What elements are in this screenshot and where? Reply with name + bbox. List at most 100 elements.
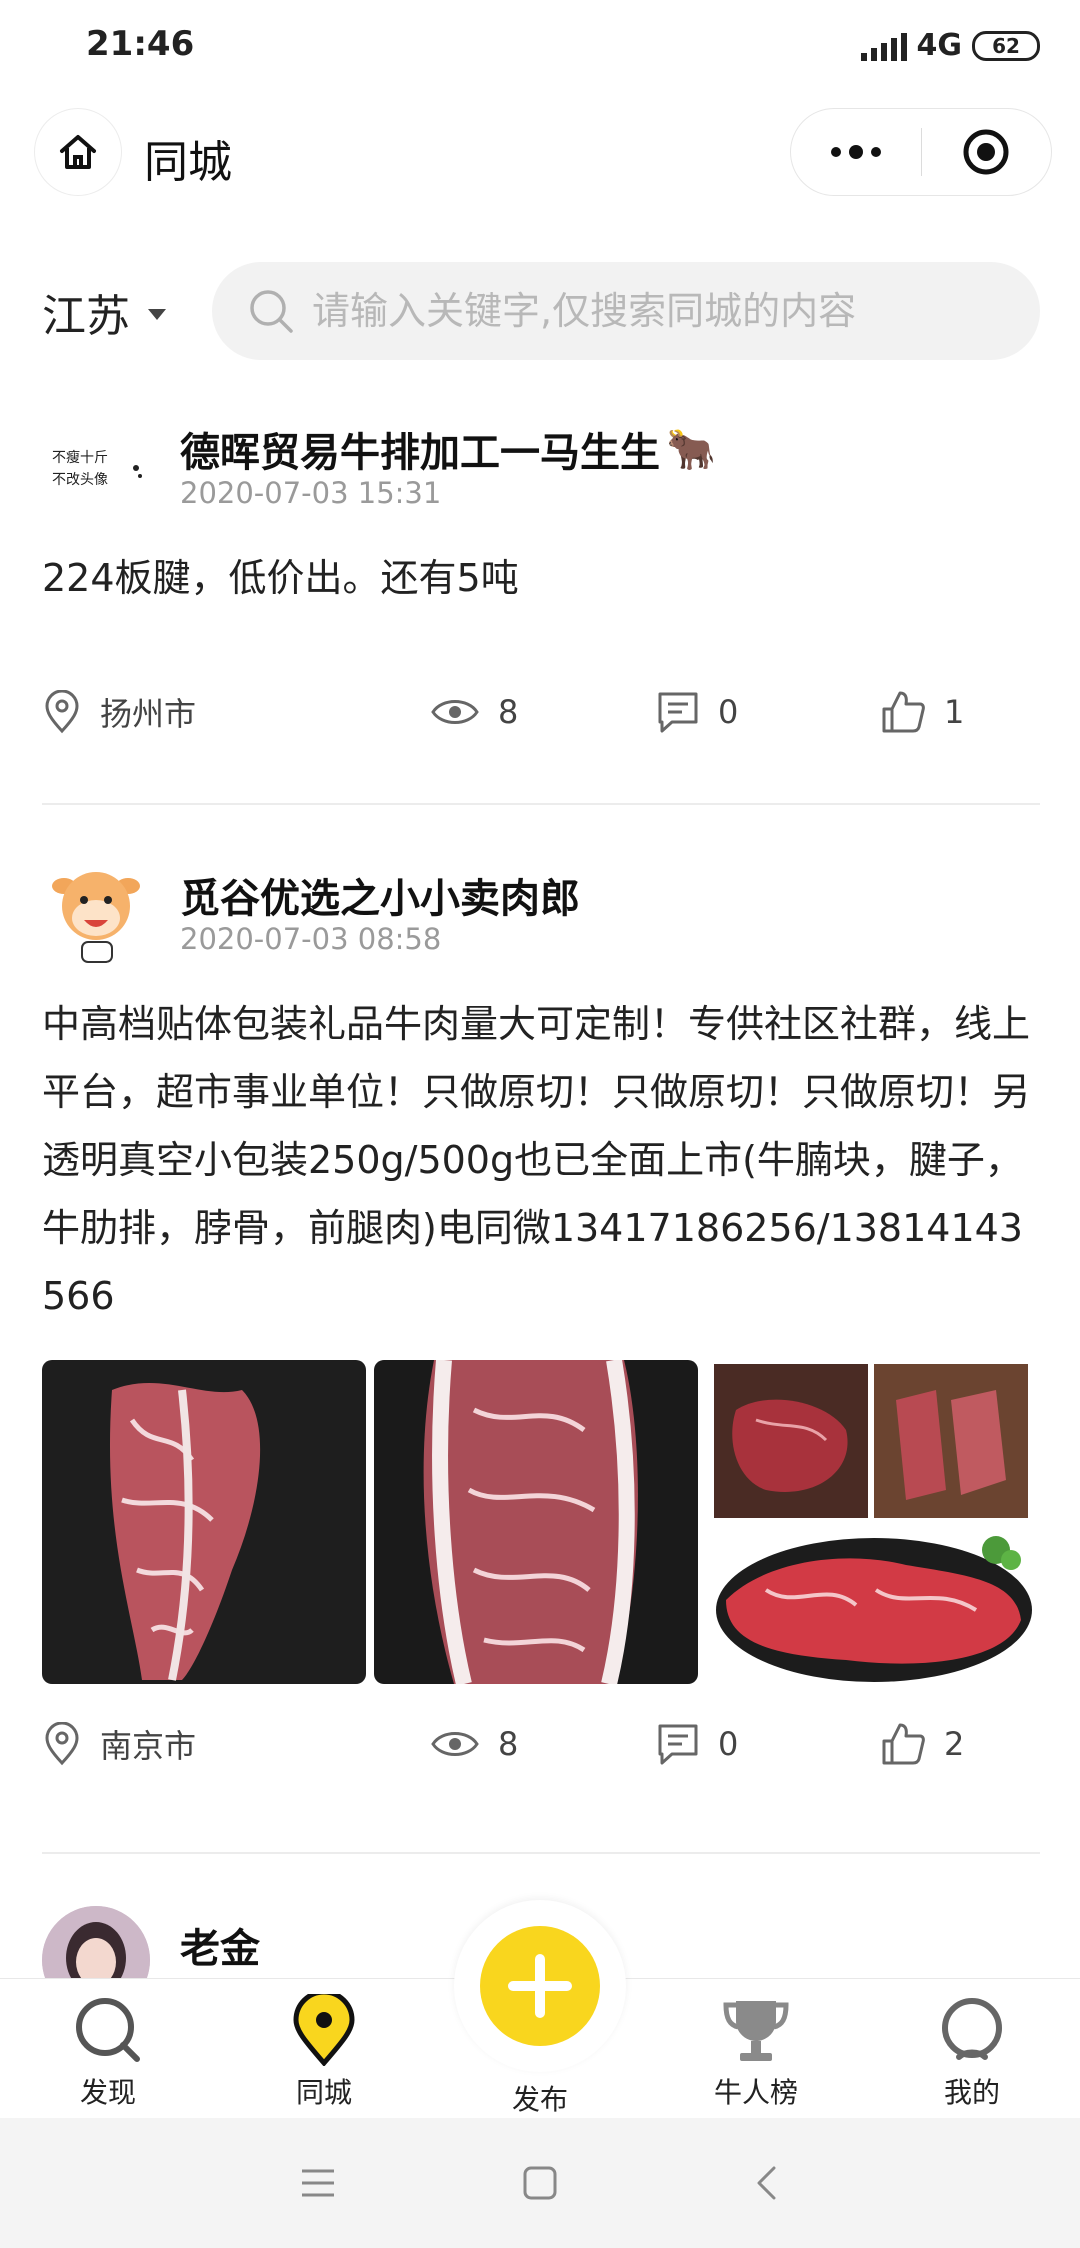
- menu-button[interactable]: [288, 2158, 348, 2208]
- views: 8: [430, 682, 518, 742]
- search-box[interactable]: [212, 262, 1040, 360]
- views-count: 8: [498, 1725, 519, 1763]
- publish-button[interactable]: [480, 1926, 600, 2046]
- mini-program-capsule: [790, 108, 1052, 196]
- home-icon: [60, 135, 96, 169]
- tab-label: 发现: [79, 2076, 136, 2109]
- marbled-beef-image: [42, 1360, 366, 1684]
- comments[interactable]: 0: [656, 682, 738, 742]
- back-icon: [757, 2166, 776, 2200]
- network-label: 4G: [916, 28, 963, 63]
- avatar-text-1: 不瘦十斤: [52, 449, 108, 466]
- more-dot: [870, 147, 881, 157]
- author-name[interactable]: 觅谷优选之小小卖肉郎: [180, 866, 580, 924]
- beef-collage-image: [714, 1364, 1032, 1682]
- post-card[interactable]: 觅谷优选之小小卖肉郎 2020-07-03 08:58 中高档贴体包装礼品牛肉量…: [42, 856, 1040, 1774]
- eye-icon: [431, 700, 479, 724]
- views-count: 8: [498, 693, 519, 731]
- nav-bar: 同城: [0, 108, 1080, 196]
- post-time: 2020-07-03 15:31: [180, 476, 442, 510]
- location-label: 扬州市: [100, 695, 197, 733]
- user-photo-avatar: [42, 1906, 150, 1978]
- signal-icon: [860, 31, 907, 61]
- plus-icon: [508, 1954, 572, 2018]
- location[interactable]: 扬州市: [42, 682, 196, 742]
- profile-icon: [937, 1995, 1007, 2065]
- discover-icon: [73, 1995, 143, 2065]
- home-button[interactable]: [34, 108, 122, 196]
- more-button[interactable]: [791, 108, 921, 196]
- location-icon: [45, 1722, 79, 1766]
- system-nav-bar: [0, 2118, 1080, 2248]
- views: 8: [430, 1714, 518, 1774]
- tab-discover[interactable]: 发现: [28, 1979, 188, 2119]
- likes[interactable]: 2: [880, 1714, 964, 1774]
- cow-mascot-avatar: [52, 872, 140, 963]
- author-name[interactable]: 老金: [180, 1916, 260, 1974]
- publish-label: 发布: [511, 2083, 568, 2116]
- likes-count: 2: [944, 1725, 965, 1763]
- likes[interactable]: 1: [880, 682, 964, 742]
- comments[interactable]: 0: [656, 1714, 738, 1774]
- comments-count: 0: [718, 1725, 739, 1763]
- status-indicators: 4G 62: [860, 28, 1040, 63]
- page-title: 同城: [144, 137, 232, 188]
- tab-leaderboard[interactable]: 牛人榜: [676, 1979, 836, 2119]
- location-label: 南京市: [100, 1727, 197, 1765]
- avatar-text-2: 不改头像: [52, 472, 108, 488]
- post-image[interactable]: [42, 1360, 366, 1684]
- home-system-button[interactable]: [510, 2158, 570, 2208]
- eye-icon: [431, 1732, 479, 1756]
- post-divider: [42, 803, 1040, 805]
- search-input[interactable]: [312, 289, 1012, 333]
- menu-icon: [302, 2169, 334, 2197]
- ox-emoji-icon: 🐂: [666, 426, 716, 473]
- location-icon: [45, 690, 79, 734]
- likes-count: 1: [944, 693, 965, 731]
- avatar[interactable]: [42, 856, 150, 964]
- location[interactable]: 南京市: [42, 1714, 196, 1774]
- avatar[interactable]: [42, 1906, 150, 1978]
- status-time: 21:46: [86, 24, 195, 64]
- thumbs-up-icon: [882, 1723, 925, 1765]
- post-meta: 扬州市 8 0 1: [42, 682, 1040, 742]
- post-header: 觅谷优选之小小卖肉郎 2020-07-03 08:58: [42, 856, 1040, 976]
- tab-mine[interactable]: 我的: [892, 1979, 1052, 2119]
- back-button[interactable]: [736, 2158, 796, 2208]
- close-target-icon: [963, 129, 1009, 175]
- post-images: [42, 1360, 1040, 1684]
- close-button[interactable]: [922, 108, 1052, 196]
- tab-local[interactable]: 同城: [244, 1979, 404, 2119]
- comment-icon: [658, 1724, 698, 1765]
- author-name-text: 德晖贸易牛排加工一马生生: [180, 430, 660, 476]
- comments-count: 0: [718, 693, 739, 731]
- post-meta: 南京市 8 0 2: [42, 1714, 1040, 1774]
- marbled-beef-image: [374, 1360, 698, 1684]
- search-row: 江苏: [0, 262, 1080, 360]
- thumbs-up-icon: [882, 691, 925, 733]
- post-time: 2020-07-03 08:58: [180, 922, 442, 956]
- post-header: 不瘦十斤 不改头像 德晖贸易牛排加工一马生生 🐂 2020-07-03 15:3…: [42, 410, 1040, 530]
- author-name-text: 老金: [180, 1926, 260, 1972]
- location-pin-icon: [292, 1994, 356, 2066]
- post-divider: [42, 1852, 1040, 1854]
- status-bar: 21:46 4G 62: [0, 0, 1080, 96]
- tab-label: 同城: [295, 2076, 352, 2109]
- trophy-icon: [720, 1995, 792, 2065]
- author-name[interactable]: 德晖贸易牛排加工一马生生 🐂: [180, 420, 716, 478]
- publish-button-wrap: [454, 1900, 626, 2072]
- tab-label: 牛人榜: [713, 2076, 798, 2109]
- post-image-collage[interactable]: [706, 1360, 1036, 1684]
- region-label: 江苏: [42, 291, 130, 342]
- post-image[interactable]: [374, 1360, 698, 1684]
- author-name-text: 觅谷优选之小小卖肉郎: [180, 876, 580, 922]
- search-icon: [250, 290, 293, 333]
- post-text[interactable]: 中高档贴体包装礼品牛肉量大可定制！专供社区社群，线上平台，超市事业单位！只做原切…: [42, 990, 1040, 1330]
- post-text[interactable]: 224板腱，低价出。还有5吨: [42, 544, 1040, 612]
- avatar[interactable]: 不瘦十斤 不改头像: [42, 410, 150, 518]
- post-card[interactable]: 不瘦十斤 不改头像 德晖贸易牛排加工一马生生 🐂 2020-07-03 15:3…: [42, 410, 1040, 742]
- comment-icon: [658, 692, 698, 733]
- square-home-icon: [523, 2166, 557, 2200]
- tab-label: 我的: [943, 2076, 1000, 2109]
- region-selector[interactable]: 江苏: [42, 280, 166, 344]
